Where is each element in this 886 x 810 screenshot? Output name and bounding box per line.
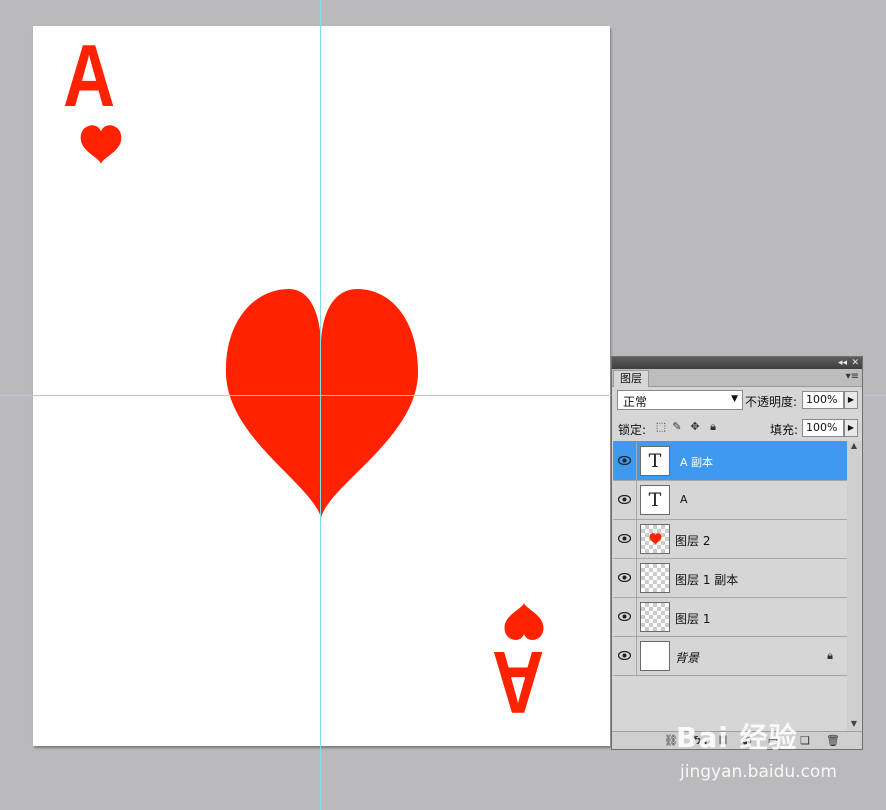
lock-position-icon[interactable]: ✥ — [688, 420, 702, 434]
eye-icon — [618, 651, 631, 660]
lock-image-pixels-icon[interactable]: ✎ — [670, 420, 684, 434]
visibility-toggle[interactable] — [613, 559, 637, 597]
visibility-toggle[interactable] — [613, 520, 637, 558]
card-document[interactable]: A A — [33, 26, 610, 746]
eye-icon — [618, 495, 631, 504]
layer-name[interactable]: 图层 1 — [675, 610, 710, 627]
eye-icon — [618, 456, 631, 465]
text-layer-icon: T — [648, 489, 662, 511]
vertical-guide[interactable] — [320, 0, 321, 810]
layer-thumbnail: T — [640, 485, 670, 515]
rank-bottom: A — [492, 633, 545, 732]
tab-layers[interactable]: 图层 — [613, 370, 649, 387]
fill-label: 填充: — [770, 423, 799, 437]
rank-top: A — [63, 26, 116, 125]
collapse-panel-icon[interactable]: ◂◂ — [838, 357, 847, 369]
opacity-input[interactable]: 100% — [802, 391, 844, 409]
layer-thumbnail — [640, 563, 670, 593]
layer-name[interactable]: A — [680, 493, 688, 506]
scroll-up-icon[interactable]: ▲ — [847, 441, 861, 453]
lock-label: 锁定: — [618, 423, 647, 437]
eye-icon — [618, 573, 631, 582]
visibility-toggle[interactable] — [613, 598, 637, 636]
layer-thumbnail — [640, 524, 670, 554]
eye-icon — [618, 612, 631, 621]
lock-all-icon[interactable]: 🔒︎ — [706, 420, 720, 434]
layer-row[interactable]: 背景 🔒︎ — [613, 637, 847, 676]
layer-row[interactable]: 图层 1 副本 — [613, 559, 847, 598]
layer-row[interactable]: 图层 2 — [613, 520, 847, 559]
heart-center — [225, 289, 419, 518]
layer-name[interactable]: 图层 2 — [675, 532, 710, 549]
text-layer-icon: T — [648, 450, 662, 472]
scroll-down-icon[interactable]: ▼ — [847, 719, 861, 731]
close-icon[interactable]: ✕ — [851, 357, 859, 369]
layer-row[interactable]: 图层 1 — [613, 598, 847, 637]
panel-menu-icon[interactable]: ▾≡ — [846, 371, 859, 382]
layer-name[interactable]: 背景 — [675, 649, 699, 666]
fill-input[interactable]: 100% — [802, 419, 844, 437]
layer-lock-icon: 🔒︎ — [827, 649, 833, 662]
blend-mode-value: 正常 — [623, 395, 648, 409]
blend-mode-select[interactable]: 正常 ▼ — [617, 390, 743, 410]
visibility-toggle[interactable] — [613, 637, 637, 675]
fill-slider-button[interactable]: ▶ — [844, 419, 858, 437]
layer-thumbnail — [640, 602, 670, 632]
eye-icon — [618, 534, 631, 543]
layer-list: T A 副本 T A 图层 2 图层 1 副本 图层 1 背景 🔒︎ — [613, 441, 847, 731]
heart-thumbnail-icon — [649, 533, 662, 545]
watermark-logo: Bai 经验 — [676, 721, 798, 754]
layers-panel: ◂◂ ✕ 图层 ▾≡ 正常 ▼ 不透明度: 100% ▶ 锁定: ⬚ ✎ ✥ 🔒… — [611, 356, 863, 750]
opacity-label: 不透明度: — [745, 395, 798, 409]
heart-small-top — [80, 125, 122, 164]
visibility-toggle[interactable] — [613, 442, 637, 480]
layer-name[interactable]: 图层 1 副本 — [675, 571, 738, 588]
opacity-slider-button[interactable]: ▶ — [844, 391, 858, 409]
layer-row[interactable]: T A — [613, 481, 847, 520]
watermark: Bai 经验 jingyan.baidu.com — [676, 716, 846, 788]
layer-list-scrollbar[interactable]: ▲ ▼ — [847, 441, 861, 731]
dropdown-arrow-icon: ▼ — [731, 394, 738, 404]
layer-row[interactable]: T A 副本 — [613, 442, 847, 481]
layer-thumbnail: T — [640, 446, 670, 476]
lock-transparent-pixels-icon[interactable]: ⬚ — [654, 420, 668, 434]
watermark-url: jingyan.baidu.com — [680, 762, 837, 782]
panel-tab-row: 图层 ▾≡ — [612, 369, 862, 387]
layer-thumbnail — [640, 641, 670, 671]
panel-titlebar[interactable]: ◂◂ ✕ — [612, 357, 862, 369]
rank-bottom-text: A — [492, 633, 545, 732]
layer-name[interactable]: A 副本 — [680, 454, 713, 470]
visibility-toggle[interactable] — [613, 481, 637, 519]
